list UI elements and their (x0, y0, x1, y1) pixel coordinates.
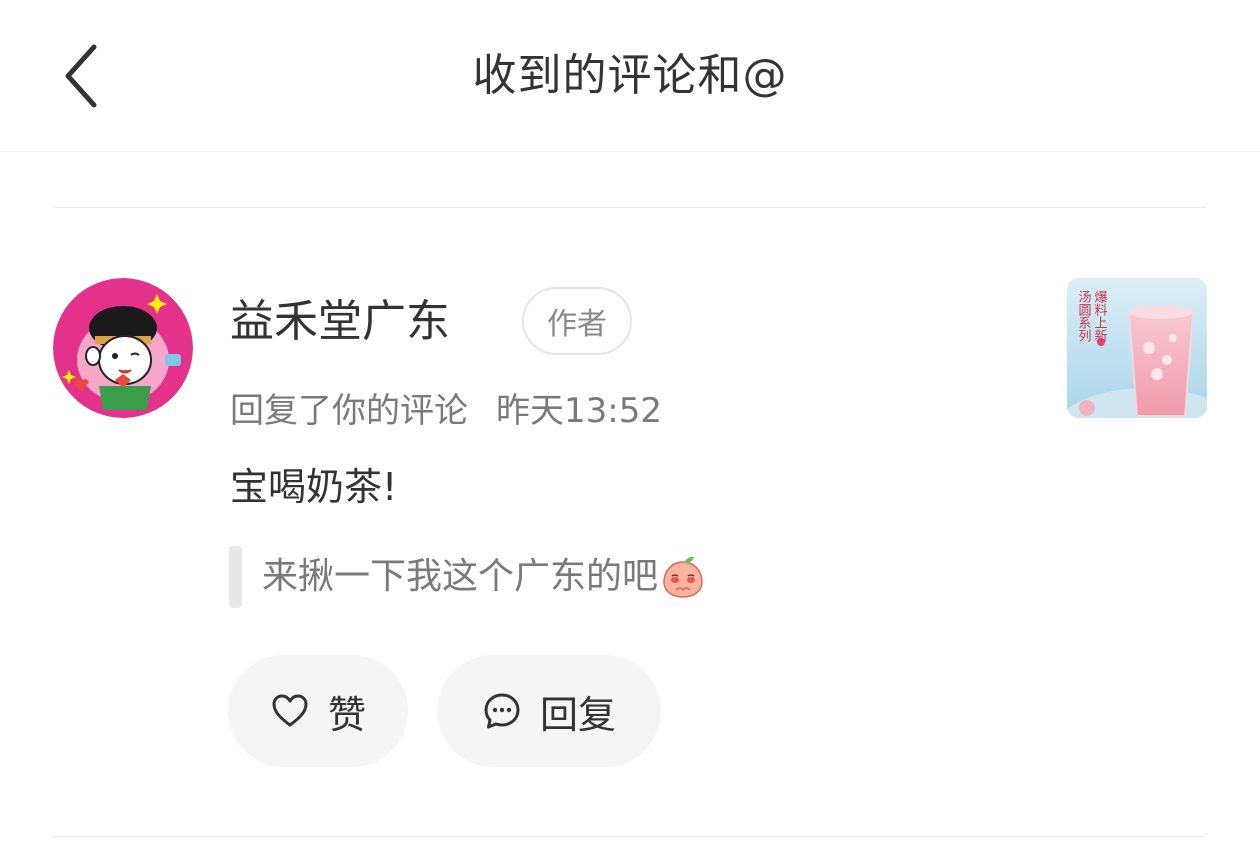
user-name[interactable]: 益禾堂广东 (230, 292, 450, 352)
quoted-comment[interactable]: 来揪一下我这个广东的吧 (262, 551, 706, 603)
quoted-comment-text: 来揪一下我这个广东的吧 (262, 556, 659, 597)
action-text: 回复了你的评论 (230, 391, 468, 431)
timestamp: 昨天13:52 (496, 391, 662, 431)
thumbnail-caption-2: 汤圆系列 (1076, 290, 1092, 343)
thumbnail-image: 爆料上新 汤圆系列 (1067, 278, 1207, 418)
header-bar: 收到的评论和@ (0, 0, 1260, 152)
avatar-image (53, 278, 193, 418)
like-button[interactable]: 赞 (228, 655, 408, 767)
author-badge: 作者 (522, 287, 632, 355)
section-divider-bottom (54, 836, 1206, 837)
notification-meta: 回复了你的评论 昨天13:52 (230, 387, 662, 435)
reply-label: 回复 (539, 692, 616, 737)
comment-bubble-icon (482, 691, 522, 731)
heart-icon (270, 691, 310, 731)
page-title: 收到的评论和@ (472, 50, 788, 101)
like-label: 赞 (327, 692, 366, 737)
pleading-peach-emoji-icon (663, 556, 703, 598)
thumbnail-caption-1: 爆料上新 (1092, 290, 1108, 342)
section-divider-top (54, 207, 1206, 208)
post-thumbnail[interactable]: 爆料上新 汤圆系列 (1067, 278, 1207, 418)
avatar[interactable] (53, 278, 193, 418)
reply-button[interactable]: 回复 (437, 655, 661, 767)
comment-text: 宝喝奶茶! (230, 465, 398, 509)
quote-bar (229, 546, 242, 608)
